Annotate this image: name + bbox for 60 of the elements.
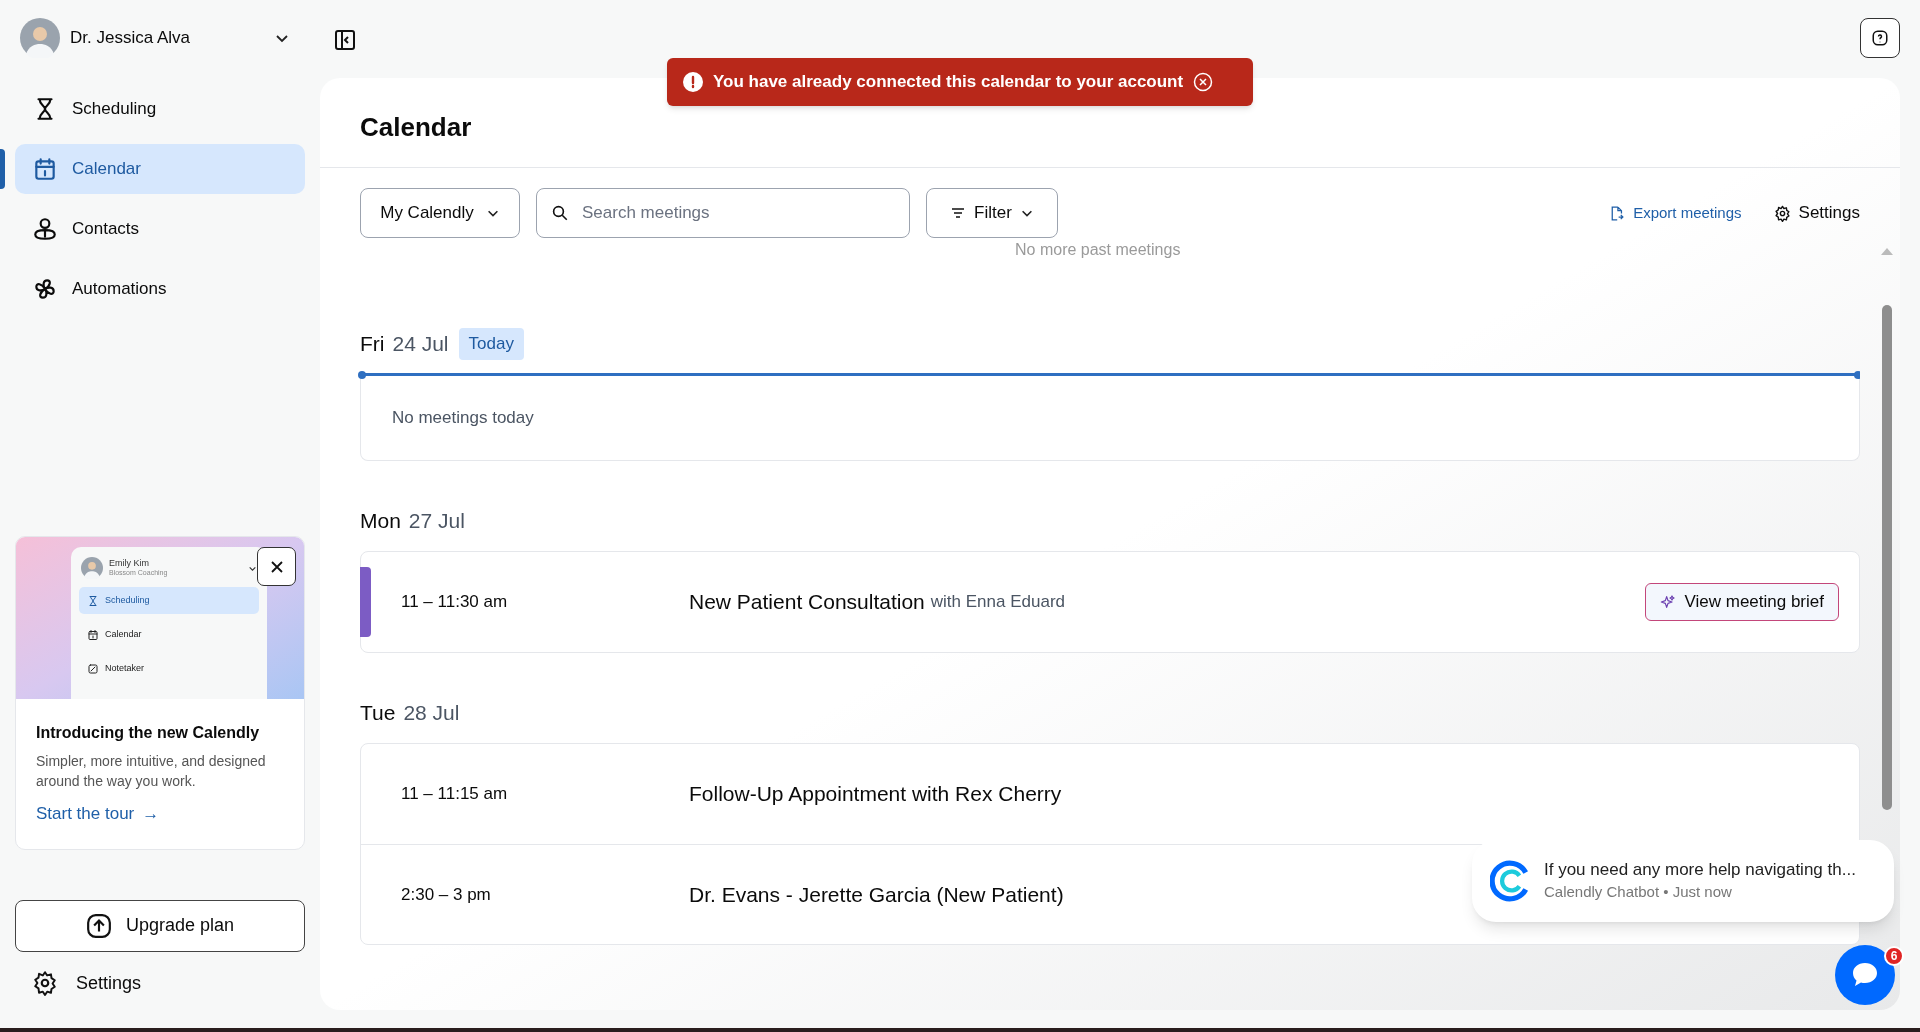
nav-item[interactable]: Contacts [15,204,305,254]
calendar-scope-dropdown[interactable]: My Calendly [360,188,520,238]
day-weekday: Fri [360,331,385,358]
settings-icon [1773,204,1791,222]
settings-button[interactable]: Settings [1773,200,1860,226]
preview-name: Emily Kim [109,558,150,570]
day-weekday: Mon [360,508,401,535]
meeting-time: 2:30 – 3 pm [401,883,492,906]
toast-message: You have already connected this calendar to your account [713,71,1184,94]
search-icon [551,204,569,222]
scrollbar-thumb[interactable] [1882,305,1892,810]
notification-badge: 6 [1884,946,1904,966]
settings-icon [32,970,58,996]
upgrade-plan-button[interactable]: Upgrade plan [15,899,305,952]
close-icon [268,558,285,575]
today-badge: Today [458,328,524,360]
chat-meta: Calendly Chatbot • Just now [1544,882,1733,902]
help-button[interactable] [1860,18,1900,58]
search-field[interactable]: Search meetings [536,188,910,238]
note-icon [87,662,99,675]
hourglass-icon [87,594,99,607]
close-icon[interactable] [1193,72,1214,92]
nav-item[interactable]: Automations [15,264,305,314]
view-meeting-brief-button[interactable]: View meeting brief [1645,583,1839,621]
day-weekday: Tue [360,700,396,727]
day-date: 27 Jul [408,508,465,535]
meeting-time: 11 – 11:30 am [401,591,509,614]
day-date: 28 Jul [403,700,460,727]
export-meetings-link[interactable]: Export meetings [1608,201,1742,225]
meeting-title[interactable]: Follow-Up Appointment with Rex Cherry [689,778,1062,810]
promo-title: Introducing the new Calendly [36,723,261,743]
fan-icon [32,276,58,302]
sidebar-toggle-icon[interactable] [333,28,357,52]
day-date: 24 Jul [392,331,449,358]
nav-item[interactable]: Scheduling [15,84,305,134]
past-meetings-note: No more past meetings [1015,240,1181,260]
meeting-title[interactable]: Dr. Evans - Jerette Garcia (New Patient) [689,878,1064,911]
empty-day-message: No meetings today [392,407,534,430]
sparkle-icon [1660,594,1677,610]
nav-item[interactable]: Calendar [15,144,305,194]
alert-icon [683,72,703,92]
start-tour-link[interactable]: Start the tour [36,801,135,827]
filter-dropdown[interactable]: Filter [926,188,1058,238]
settings-nav-item[interactable]: Settings [32,969,320,997]
close-button[interactable] [257,547,296,586]
meeting-title[interactable]: New Patient Consultation [689,586,925,618]
calendar-icon [32,156,58,182]
arrow-up-icon [85,912,112,939]
meeting-time: 11 – 11:15 am [401,783,509,806]
active-indicator [0,149,5,189]
meeting-guest: with Enna Eduard [930,591,1065,614]
chat-message: If you need any more help navigating th... [1544,859,1856,881]
user-name: Dr. Jessica Alva [70,27,190,50]
filter-icon [950,205,967,221]
help-icon [1871,29,1889,47]
chat-notification[interactable]: If you need any more help navigating th... Calendly Chatbot • Just now [1472,840,1894,922]
promo-text: Simpler, more intuitive, and designed around the way you work. [36,752,267,791]
calendar-icon [87,628,99,641]
arrow-glyph: → [142,803,160,825]
person-icon [32,216,58,242]
